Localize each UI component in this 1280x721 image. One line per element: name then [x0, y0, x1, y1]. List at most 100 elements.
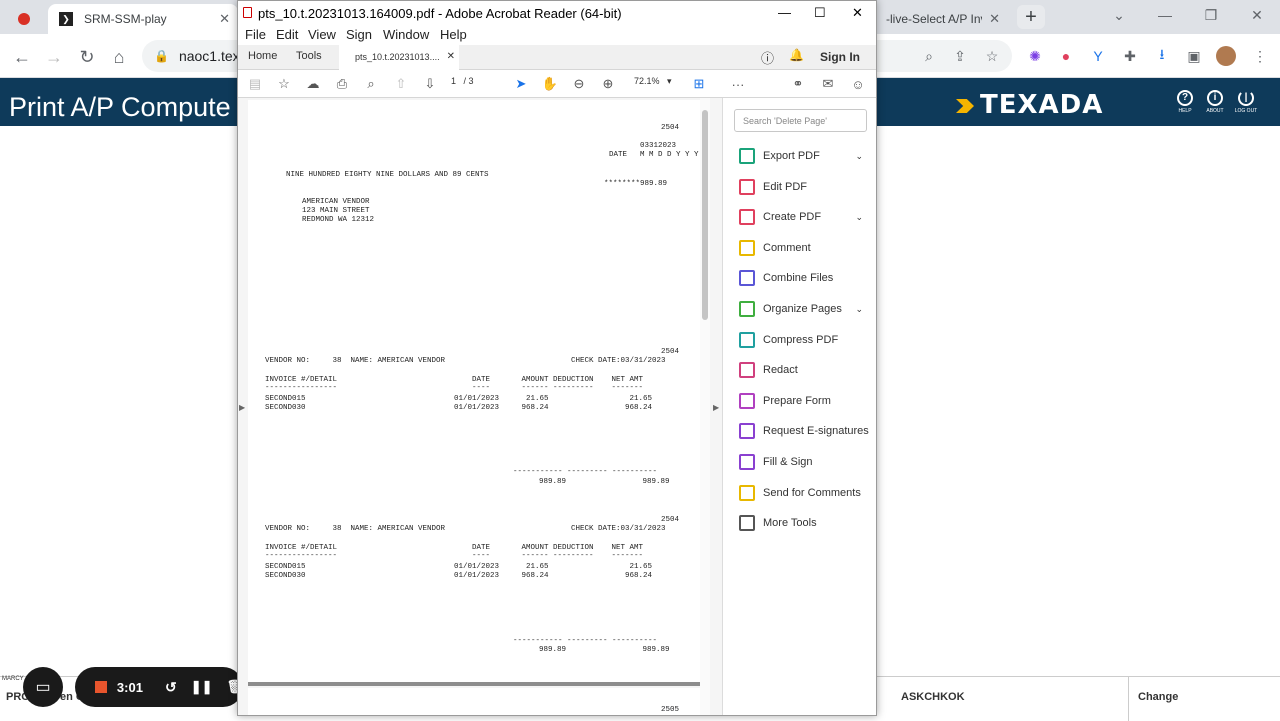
stub-check-date: CHECK DATE:03/31/2023	[571, 525, 666, 533]
help-icon[interactable]: ? HELP	[1170, 90, 1200, 114]
hand-icon[interactable]: ✋	[541, 75, 559, 93]
tool-label: Compress PDF	[763, 333, 839, 346]
menu-edit[interactable]: Edit	[276, 27, 298, 42]
forward-icon[interactable]: →	[40, 43, 68, 71]
maximize-icon[interactable]: ☐	[814, 5, 826, 21]
tab-home[interactable]: Home	[248, 50, 277, 62]
bell-icon[interactable]: 🔔	[789, 48, 804, 62]
close-tab-icon[interactable]: ✕	[989, 11, 1000, 27]
menu-view[interactable]: View	[308, 27, 336, 42]
link-icon[interactable]: ⚭	[789, 75, 807, 93]
page-down-icon[interactable]: ⇩	[421, 75, 439, 93]
recording-tab[interactable]	[8, 4, 48, 34]
more-icon[interactable]: ···	[729, 75, 747, 93]
chevron-down-icon[interactable]: ⌄	[1096, 0, 1142, 30]
puzzle-icon[interactable]: ✚	[1120, 46, 1140, 66]
extension-red-icon[interactable]: ●	[1056, 46, 1076, 66]
reload-icon[interactable]: ↻	[73, 43, 101, 71]
tool-organize-pages[interactable]: Organize Pages ⌄	[739, 299, 869, 319]
menu-icon[interactable]: ⋮	[1250, 46, 1270, 66]
print-icon[interactable]: ⎙	[333, 75, 351, 93]
tab-document[interactable]: pts_10.t.20231013.... ✕	[339, 45, 459, 70]
extension-icon[interactable]: ✺	[1025, 46, 1045, 66]
close-icon[interactable]: ✕	[1234, 0, 1280, 30]
payee-line: AMERICAN VENDOR	[302, 198, 370, 206]
tool-combine-files[interactable]: Combine Files	[739, 268, 869, 288]
select-cursor-icon[interactable]: ➤	[512, 75, 530, 93]
tool-more-tools[interactable]: More Tools	[739, 513, 869, 533]
page-number-input[interactable]: 1 / 3	[451, 76, 474, 86]
pdf-icon	[243, 7, 252, 18]
tool-redact[interactable]: Redact	[739, 360, 869, 380]
chevron-down-icon[interactable]: ⌄	[855, 304, 863, 315]
cloud-upload-icon[interactable]: ☁	[304, 75, 322, 93]
vertical-scrollbar[interactable]	[700, 98, 710, 715]
camera-button[interactable]: ▭	[23, 667, 63, 707]
tool-label: Comment	[763, 241, 811, 254]
tool-request-esignatures[interactable]: Request E-signatures	[739, 421, 869, 441]
menu-window[interactable]: Window	[383, 27, 429, 42]
tab-tools[interactable]: Tools	[296, 50, 322, 62]
tool-comment[interactable]: Comment	[739, 238, 869, 258]
share-user-icon[interactable]: ☺	[849, 75, 867, 93]
close-icon[interactable]: ✕	[852, 5, 863, 21]
app-favicon-icon: ❯	[58, 11, 74, 27]
bookmark-star-icon[interactable]: ☆	[982, 46, 1002, 66]
pause-icon[interactable]: ❚❚	[191, 679, 213, 695]
tool-fill-sign[interactable]: Fill & Sign	[739, 452, 869, 472]
stub-vendor-line: VENDOR NO: 38 NAME: AMERICAN VENDOR	[265, 357, 446, 365]
sign-in-button[interactable]: Sign In	[820, 50, 860, 64]
about-icon[interactable]: i ABOUT	[1200, 90, 1230, 114]
avatar[interactable]	[1216, 46, 1236, 66]
tool-export-pdf[interactable]: Export PDF ⌄	[739, 146, 869, 166]
back-icon[interactable]: ←	[8, 43, 36, 71]
restart-icon[interactable]: ↺	[165, 679, 177, 696]
tool-edit-pdf[interactable]: Edit PDF	[739, 177, 869, 197]
zoom-select[interactable]: 72.1% ▾	[634, 76, 672, 87]
menu-sign[interactable]: Sign	[346, 27, 372, 42]
chevron-down-icon[interactable]: ⌄	[855, 151, 863, 162]
close-tab-icon[interactable]: ✕	[219, 11, 230, 27]
close-tab-icon[interactable]: ✕	[447, 51, 455, 62]
tool-label: Combine Files	[763, 272, 834, 285]
recording-time: 3:01	[116, 679, 143, 695]
scrollbar-thumb[interactable]	[702, 110, 708, 320]
menu-help[interactable]: Help	[440, 27, 467, 42]
save-icon[interactable]: ▤	[246, 75, 264, 93]
fit-page-icon[interactable]: ⊞	[690, 75, 708, 93]
search-icon[interactable]: ⌕	[362, 75, 380, 93]
browser-tab-srm[interactable]: ❯ SRM-SSM-play ✕	[48, 4, 238, 34]
restore-icon[interactable]: ❐	[1188, 0, 1234, 30]
tool-create-pdf[interactable]: Create PDF ⌄	[739, 207, 869, 227]
extension-y-icon[interactable]: Y	[1088, 46, 1108, 66]
tools-search-input[interactable]: Search 'Delete Page'	[734, 109, 867, 132]
help-icon[interactable]: ⓘ	[761, 48, 774, 67]
change-link[interactable]: Change	[1138, 691, 1178, 703]
star-icon[interactable]: ☆	[275, 75, 293, 93]
tool-compress-pdf[interactable]: Compress PDF	[739, 330, 869, 350]
minimize-icon[interactable]: —	[1142, 0, 1188, 30]
chevron-down-icon[interactable]: ⌄	[855, 212, 863, 223]
minimize-icon[interactable]: —	[778, 5, 791, 20]
download-icon[interactable]: ⭳	[1152, 46, 1172, 66]
tool-prepare-form[interactable]: Prepare Form	[739, 391, 869, 411]
stop-button[interactable]	[95, 681, 107, 693]
zoom-out-icon[interactable]: ⊖	[570, 75, 588, 93]
zoom-in-icon[interactable]: ⊕	[599, 75, 617, 93]
sidepanel-icon[interactable]: ▣	[1184, 46, 1204, 66]
new-tab-button[interactable]: +	[1017, 5, 1045, 29]
tool-send-for-comments[interactable]: Send for Comments	[739, 483, 869, 503]
share-icon[interactable]: ⇪	[950, 46, 970, 66]
left-panel-toggle-icon[interactable]: ▶	[239, 403, 245, 412]
browser-tab-select-ap[interactable]: -live-Select A/P Inv ✕	[876, 4, 1008, 34]
zoom-icon[interactable]: ⌕	[919, 46, 939, 66]
menu-file[interactable]: File	[245, 27, 266, 42]
combine-files-icon	[739, 270, 755, 287]
stub-vendor-line: VENDOR NO: 38 NAME: AMERICAN VENDOR	[265, 525, 446, 533]
right-panel-toggle-icon[interactable]: ▶	[713, 403, 719, 412]
home-icon[interactable]: ⌂	[105, 43, 133, 71]
date-format: M M D D Y Y Y Y	[640, 151, 708, 159]
page-up-icon[interactable]: ⇧	[392, 75, 410, 93]
mail-icon[interactable]: ✉	[819, 75, 837, 93]
logout-icon[interactable]: | LOG OUT	[1231, 90, 1261, 114]
